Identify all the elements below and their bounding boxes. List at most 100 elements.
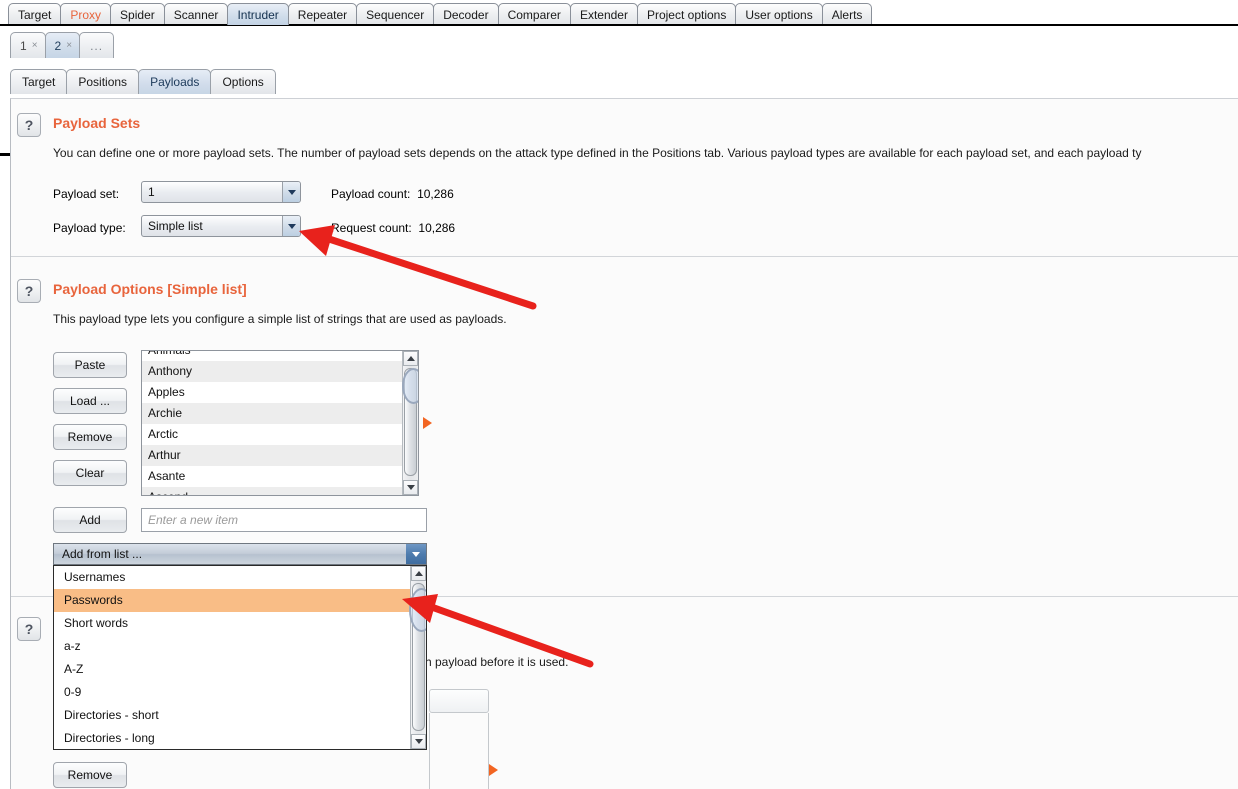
main-tab-repeater[interactable]: Repeater <box>287 3 358 25</box>
scroll-down-arrow-icon[interactable] <box>403 480 418 495</box>
request-count-label: Request count: <box>331 221 412 235</box>
sub-tab-list: Target Positions Payloads Options <box>10 66 276 94</box>
add-from-list-scrollbar[interactable] <box>409 566 426 749</box>
main-tab-spider[interactable]: Spider <box>110 3 165 25</box>
main-tab-bar: Target Proxy Spider Scanner Intruder Rep… <box>0 0 1238 26</box>
tab-label: Intruder <box>237 8 279 22</box>
new-item-placeholder: Enter a new item <box>148 513 239 527</box>
payload-set-value: 1 <box>148 185 155 199</box>
question-mark-icon: ? <box>24 117 34 133</box>
attack-tab-bar: 1 × 2 × ... <box>0 26 1238 86</box>
intruder-sub-tab-bar: Target Positions Payloads Options <box>0 60 1238 156</box>
main-tab-proxy[interactable]: Proxy <box>60 3 112 25</box>
main-tab-intruder[interactable]: Intruder <box>227 3 289 25</box>
list-item[interactable]: Asante <box>142 466 404 487</box>
tab-label: Comparer <box>507 8 561 22</box>
add-from-list-option-directories-short[interactable]: Directories - short <box>54 704 426 727</box>
request-count-value: 10,286 <box>418 221 456 235</box>
list-item[interactable]: Animals <box>142 351 404 361</box>
add-from-list-option-usernames[interactable]: Usernames <box>54 566 426 589</box>
main-tab-decoder[interactable]: Decoder <box>433 3 499 25</box>
list-item[interactable]: Apples <box>142 382 404 403</box>
remove-button[interactable]: Remove <box>53 424 127 450</box>
processing-remove-button[interactable]: Remove <box>53 762 127 788</box>
list-item[interactable]: Arthur <box>142 445 404 466</box>
add-from-list-popup[interactable]: Usernames Passwords Short words a-z A-Z … <box>53 565 427 750</box>
payload-sets-help-icon[interactable]: ? <box>17 113 41 137</box>
chevron-down-icon[interactable] <box>282 216 300 236</box>
main-tab-target[interactable]: Target <box>8 3 62 25</box>
tab-label: Scanner <box>173 8 219 22</box>
close-icon[interactable]: × <box>66 33 72 59</box>
tab-label: Spider <box>120 8 155 22</box>
add-from-list-option-passwords[interactable]: Passwords <box>54 589 426 612</box>
payload-count-value: 10,286 <box>417 187 454 201</box>
attack-tab-2[interactable]: 2 × <box>44 32 81 59</box>
tab-label: User options <box>745 8 813 22</box>
paste-button[interactable]: Paste <box>53 352 127 378</box>
close-icon[interactable]: × <box>32 33 38 59</box>
main-tab-list: Target Proxy Spider Scanner Intruder Rep… <box>8 1 873 25</box>
payloads-panel: ? Payload Sets You can define one or mor… <box>10 98 1238 789</box>
payload-options-help-icon[interactable]: ? <box>17 279 41 303</box>
main-tab-extender[interactable]: Extender <box>569 3 638 25</box>
sub-tab-target[interactable]: Target <box>10 69 68 94</box>
attack-tab-label: 1 <box>20 38 27 53</box>
list-item[interactable]: Ascend <box>142 487 404 495</box>
list-item[interactable]: Anthony <box>142 361 404 382</box>
payload-sets-title: Payload Sets <box>53 115 141 131</box>
question-mark-icon: ? <box>24 621 34 637</box>
sub-tab-payloads[interactable]: Payloads <box>138 69 212 94</box>
payload-type-value: Simple list <box>148 219 203 233</box>
add-from-list-label: Add from list ... <box>62 547 143 561</box>
scroll-up-arrow-icon[interactable] <box>411 566 426 581</box>
scrollbar-thumb[interactable] <box>404 368 417 476</box>
expand-marker-icon[interactable] <box>423 417 432 429</box>
load-button[interactable]: Load ... <box>53 388 127 414</box>
add-from-list-dropdown[interactable]: Add from list ... <box>53 543 427 565</box>
payload-list[interactable]: Animals Anthony Apples Archie Arctic Art… <box>141 350 419 496</box>
tab-label: Sequencer <box>366 8 425 22</box>
add-from-list-option-short-words[interactable]: Short words <box>54 612 426 635</box>
attack-tab-list: 1 × 2 × ... <box>10 30 115 59</box>
scrollbar-thumb[interactable] <box>412 583 425 731</box>
add-from-list-option-directories-long[interactable]: Directories - long <box>54 727 426 749</box>
expand-marker-icon[interactable] <box>489 764 498 776</box>
payload-options-description: This payload type lets you configure a s… <box>53 312 507 326</box>
new-item-input[interactable]: Enter a new item <box>141 508 427 532</box>
main-tab-scanner[interactable]: Scanner <box>163 3 229 25</box>
add-from-list-option-a-z-lower[interactable]: a-z <box>54 635 426 658</box>
payload-type-dropdown[interactable]: Simple list <box>141 215 301 237</box>
add-from-list-option-0-9[interactable]: 0-9 <box>54 681 426 704</box>
sub-tab-positions[interactable]: Positions <box>66 69 140 94</box>
main-tab-alerts[interactable]: Alerts <box>821 3 873 25</box>
scroll-up-arrow-icon[interactable] <box>403 351 418 366</box>
add-button[interactable]: Add <box>53 507 127 533</box>
clear-button[interactable]: Clear <box>53 460 127 486</box>
tab-label: Proxy <box>70 8 102 22</box>
processing-rule-button-fragment[interactable] <box>429 689 489 713</box>
main-tab-comparer[interactable]: Comparer <box>497 3 571 25</box>
main-tab-project-options[interactable]: Project options <box>636 3 737 25</box>
scroll-down-arrow-icon[interactable] <box>411 734 426 749</box>
payload-set-dropdown[interactable]: 1 <box>141 181 301 203</box>
payload-type-label: Payload type: <box>53 221 126 235</box>
attack-tab-1[interactable]: 1 × <box>10 32 46 58</box>
payload-count-label: Payload count: <box>331 187 411 201</box>
payload-count: Payload count: 10,286 <box>331 187 454 201</box>
payload-options-title: Payload Options [Simple list] <box>53 281 247 297</box>
chevron-down-icon[interactable] <box>406 544 426 564</box>
sub-tab-options[interactable]: Options <box>210 69 276 94</box>
chevron-down-icon[interactable] <box>282 182 300 202</box>
payload-processing-help-icon[interactable]: ? <box>17 617 41 641</box>
main-tab-user-options[interactable]: User options <box>735 3 823 25</box>
add-from-list-option-a-z-upper[interactable]: A-Z <box>54 658 426 681</box>
attack-tab-more[interactable]: ... <box>79 32 115 58</box>
tab-label: Target <box>22 75 56 89</box>
list-item[interactable]: Arctic <box>142 424 404 445</box>
tab-label: Positions <box>78 75 128 89</box>
main-tab-sequencer[interactable]: Sequencer <box>356 3 435 25</box>
payload-list-scrollbar[interactable] <box>402 351 418 495</box>
tab-label: Alerts <box>831 8 863 22</box>
list-item[interactable]: Archie <box>142 403 404 424</box>
